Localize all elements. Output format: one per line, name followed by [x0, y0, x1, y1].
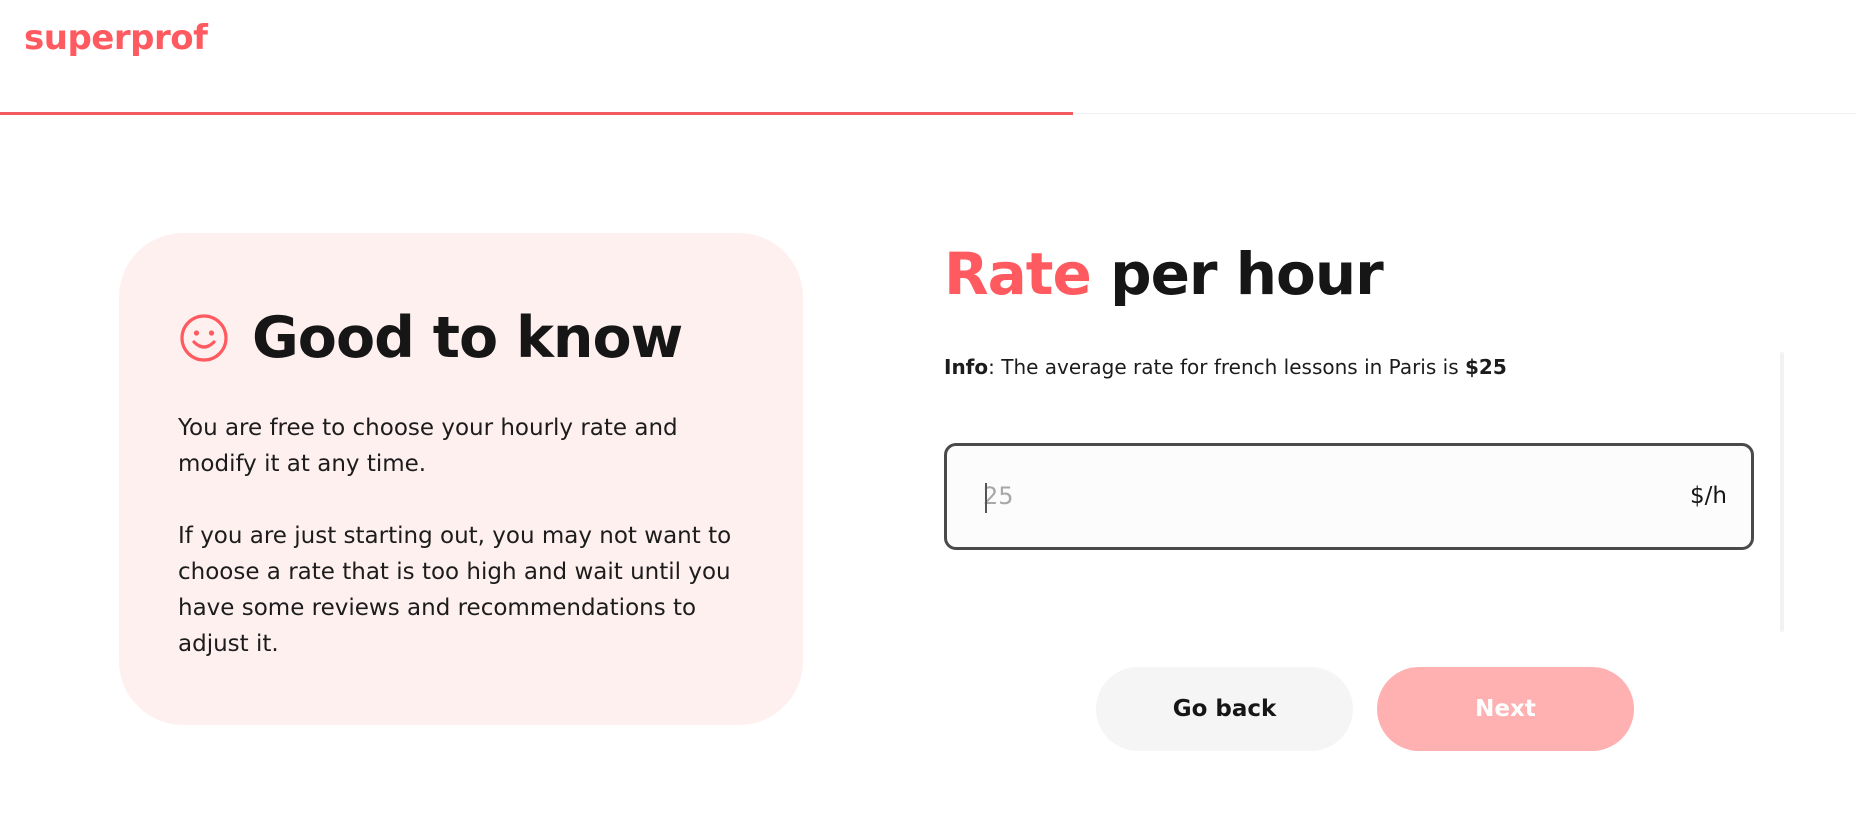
average-rate-info: Info: The average rate for french lesson…	[944, 355, 1507, 379]
rate-unit: $/h	[1690, 483, 1727, 509]
card-paragraph-1: You are free to choose your hourly rate …	[178, 415, 678, 477]
text-caret	[985, 483, 987, 513]
page-title-rest: per hour	[1090, 240, 1384, 308]
info-average-value: $25	[1464, 355, 1507, 379]
next-button[interactable]: Next	[1377, 667, 1634, 751]
rate-field[interactable]: $/h	[944, 443, 1754, 550]
rate-section: Rate per hour	[944, 240, 1784, 312]
smile-icon	[180, 314, 228, 362]
info-label: Info	[944, 355, 989, 379]
card-title-row: Good to know	[178, 305, 683, 371]
header: superprof	[0, 0, 1856, 116]
progress-bar	[0, 112, 1073, 115]
info-text: : The average rate for french lessons in…	[988, 355, 1465, 379]
superprof-logo[interactable]: superprof	[24, 18, 208, 58]
rate-input[interactable]	[983, 474, 1583, 518]
page-title: Rate per hour	[944, 240, 1784, 312]
card-title: Good to know	[252, 305, 683, 371]
page-title-accent: Rate	[944, 240, 1092, 308]
card-paragraph-2: If you are just starting out, you may no…	[178, 523, 732, 657]
go-back-button[interactable]: Go back	[1096, 667, 1353, 751]
scrollbar[interactable]	[1780, 352, 1784, 632]
good-to-know-card: Good to know You are free to choose your…	[119, 233, 803, 725]
